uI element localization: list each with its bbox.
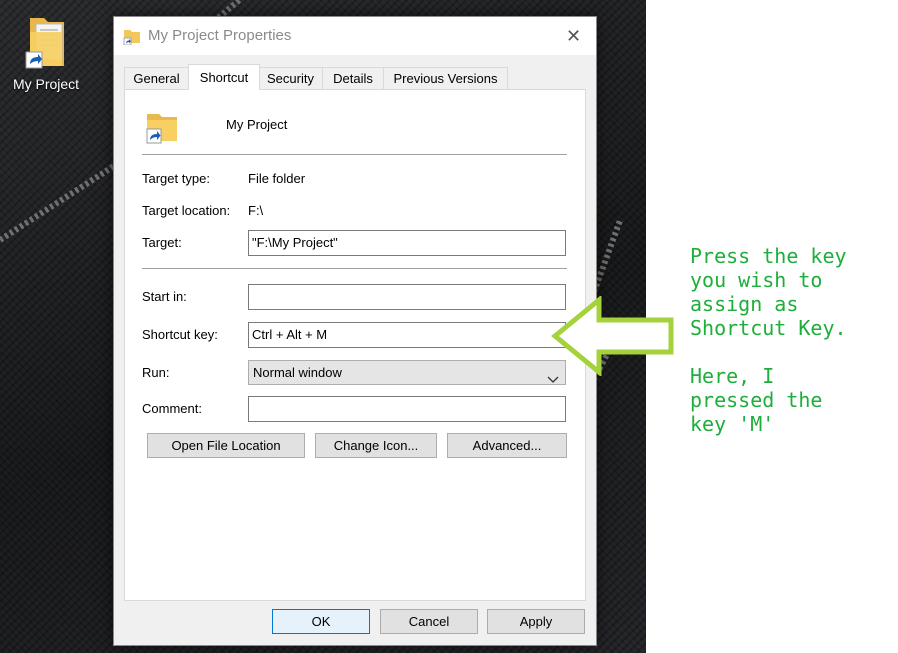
start-in-field[interactable]	[248, 284, 566, 310]
desktop-icon-label: My Project	[12, 76, 80, 92]
shortcut-tab-panel: My Project Target type: File folder Targ…	[124, 89, 586, 601]
target-location-label: Target location:	[142, 203, 231, 218]
target-label: Target:	[142, 235, 182, 250]
tab-general[interactable]: General	[124, 67, 189, 89]
folder-shortcut-icon	[22, 14, 70, 70]
run-label: Run:	[142, 365, 170, 380]
tab-security[interactable]: Security	[258, 67, 323, 89]
change-icon-button[interactable]: Change Icon...	[315, 433, 437, 458]
run-select[interactable]: Normal window	[248, 360, 566, 385]
folder-icon	[123, 27, 141, 50]
target-field[interactable]: "F:\My Project"	[248, 230, 566, 256]
start-in-label: Start in:	[142, 289, 187, 304]
target-type-value: File folder	[248, 171, 306, 186]
target-type-label: Target type:	[142, 171, 210, 186]
open-file-location-button[interactable]: Open File Location	[147, 433, 305, 458]
comment-label: Comment:	[142, 401, 202, 416]
close-icon: ✕	[566, 26, 582, 46]
shortcut-folder-icon	[145, 108, 179, 149]
target-location-value: F:\	[248, 203, 264, 218]
advanced-button[interactable]: Advanced...	[447, 433, 567, 458]
run-select-value: Normal window	[253, 365, 342, 380]
title-bar[interactable]: My Project Properties ✕	[114, 17, 596, 55]
tab-details[interactable]: Details	[322, 67, 384, 89]
ok-button[interactable]: OK	[272, 609, 370, 634]
apply-button[interactable]: Apply	[487, 609, 585, 634]
desktop-shortcut-my-project[interactable]: My Project	[6, 14, 86, 92]
close-button[interactable]: ✕	[550, 17, 596, 55]
comment-field[interactable]	[248, 396, 566, 422]
shortcut-name: My Project	[226, 117, 288, 132]
separator	[142, 154, 567, 155]
cancel-button[interactable]: Cancel	[380, 609, 478, 634]
tab-shortcut[interactable]: Shortcut	[188, 64, 260, 90]
shortcut-key-field[interactable]: Ctrl + Alt + M	[248, 322, 566, 348]
properties-dialog: My Project Properties ✕ General Shortcut…	[113, 16, 597, 646]
annotation-arrow	[551, 296, 674, 376]
tab-previous-versions[interactable]: Previous Versions	[383, 67, 508, 89]
annotation-text: Press the key you wish to assign as Shor…	[690, 244, 847, 436]
dialog-title: My Project Properties	[148, 27, 292, 44]
shortcut-key-label: Shortcut key:	[142, 327, 218, 342]
separator	[142, 268, 567, 269]
